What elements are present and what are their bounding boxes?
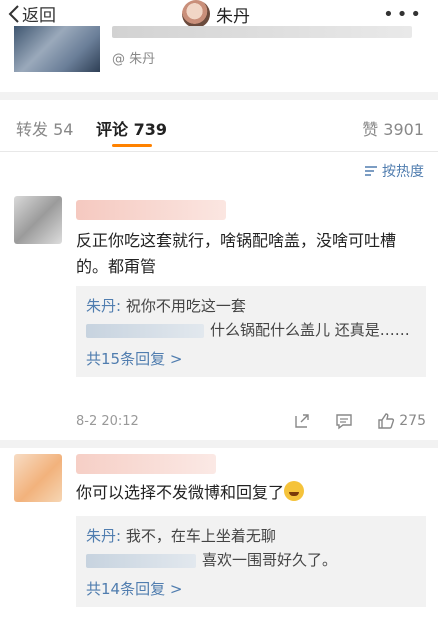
post-text-cropped — [112, 26, 412, 38]
commenter-name[interactable] — [76, 200, 226, 220]
back-label: 返回 — [22, 6, 56, 26]
sort-button[interactable]: 按热度 — [364, 161, 424, 181]
reply-author-blurred[interactable] — [86, 323, 204, 338]
nav-user[interactable]: 朱丹 — [182, 0, 250, 28]
post-snippet[interactable]: @ 朱丹 — [0, 26, 438, 92]
section-gap — [0, 92, 438, 100]
reply-line: 什么锅配什么盖儿 还真是…… — [86, 318, 416, 342]
reply-box[interactable]: 朱丹: 祝你不用吃这一套 什么锅配什么盖儿 还真是…… 共15条回复 > — [76, 286, 426, 377]
comment-time: 8-2 20:12 — [76, 414, 139, 429]
post-author: @ 朱丹 — [112, 52, 156, 67]
comment-footer: 8-2 20:12 275 — [76, 412, 426, 434]
like-count: 275 — [399, 413, 426, 429]
chevron-left-icon — [8, 4, 19, 23]
tab-repost[interactable]: 转发 54 — [16, 116, 73, 140]
laugh-cry-emoji-icon — [284, 481, 305, 501]
sort-label: 按热度 — [382, 164, 424, 180]
reply-line: 朱丹: 祝你不用吃这一套 — [86, 294, 416, 318]
comment-item: 反正你吃这套就行，啥锅配啥盖，没啥可吐槽的。都甭管 朱丹: 祝你不用吃这一套 什… — [0, 186, 438, 440]
page-title: 朱丹 — [216, 6, 250, 27]
avatar[interactable] — [14, 454, 62, 502]
reply-line: 朱丹: 我不，在车上坐着无聊 — [86, 524, 416, 548]
reply-text: 祝你不用吃这一套 — [121, 297, 246, 315]
post-image — [14, 26, 100, 72]
more-replies-link[interactable]: 共14条回复 > — [86, 578, 416, 599]
reply-icon[interactable] — [335, 412, 353, 430]
comment-divider — [0, 440, 438, 448]
commenter-name[interactable] — [76, 454, 216, 474]
top-nav: 返回 朱丹 ••• — [0, 0, 438, 28]
more-button[interactable]: ••• — [383, 4, 424, 25]
reply-text: 什么锅配什么盖儿 还真是…… — [210, 321, 410, 339]
comment-text-content: 你可以选择不发微博和回复了 — [76, 483, 285, 502]
comment-text: 反正你吃这套就行，啥锅配啥盖，没啥可吐槽的。都甭管 — [76, 231, 397, 276]
back-button[interactable]: 返回 — [8, 1, 56, 26]
reply-author[interactable]: 朱丹: — [86, 297, 121, 315]
comment-text: 你可以选择不发微博和回复了 — [76, 480, 426, 506]
avatar[interactable] — [14, 196, 62, 244]
avatar — [182, 0, 210, 28]
sort-icon — [365, 166, 377, 176]
sort-bar: 按热度 — [0, 152, 438, 186]
reply-author[interactable]: 朱丹: — [86, 527, 121, 545]
reply-text: 喜欢一围哥好久了。 — [202, 551, 338, 569]
reply-box[interactable]: 朱丹: 我不，在车上坐着无聊 喜欢一围哥好久了。 共14条回复 > — [76, 516, 426, 607]
tab-bar: 转发 54 评论 739 赞 3901 — [0, 100, 438, 152]
tab-comment[interactable]: 评论 739 — [96, 116, 167, 140]
reply-line: 喜欢一围哥好久了。 — [86, 548, 416, 572]
more-replies-link[interactable]: 共15条回复 > — [86, 348, 416, 369]
reply-text: 我不，在车上坐着无聊 — [121, 527, 276, 545]
active-tab-indicator — [112, 144, 152, 147]
reply-author-blurred[interactable] — [86, 553, 196, 568]
thumbs-up-icon[interactable] — [377, 412, 395, 430]
comment-actions: 275 — [269, 412, 426, 430]
share-icon[interactable] — [293, 412, 311, 430]
tab-like[interactable]: 赞 3901 — [362, 116, 424, 140]
comment-item: 你可以选择不发微博和回复了 朱丹: 我不，在车上坐着无聊 喜欢一围哥好久了。 共… — [0, 448, 438, 621]
